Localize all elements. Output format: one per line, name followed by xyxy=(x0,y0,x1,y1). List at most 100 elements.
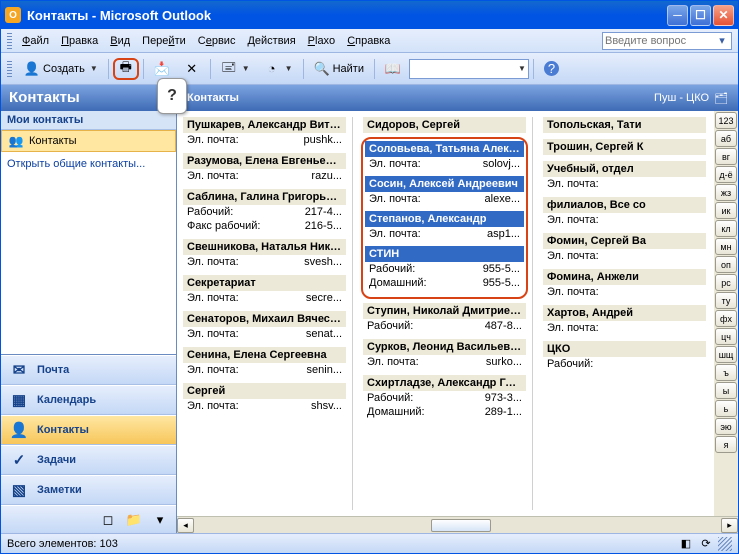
index-button[interactable]: ь xyxy=(715,400,737,417)
scroll-track[interactable] xyxy=(194,518,721,533)
index-button[interactable]: кл xyxy=(715,220,737,237)
index-button[interactable]: ту xyxy=(715,292,737,309)
search-input[interactable]: ▼ xyxy=(409,59,529,79)
menu-go[interactable]: Перейти xyxy=(136,33,192,49)
index-button[interactable]: д-ё xyxy=(715,166,737,183)
contact-card[interactable]: Степанов, АлександрЭл. почта:asp1... xyxy=(365,211,524,241)
addressbook-button[interactable]: 📖 xyxy=(379,58,407,80)
card-header[interactable]: СТИН xyxy=(365,246,524,262)
contact-card[interactable]: Соловьева, Татьяна Алекса...Эл. почта:so… xyxy=(365,141,524,171)
index-button[interactable]: вг xyxy=(715,148,737,165)
menu-plaxo[interactable]: Plaxo xyxy=(302,33,342,49)
card-header[interactable]: Сенаторов, Михаил Вячесла... xyxy=(183,311,346,327)
menu-tools[interactable]: Сервис xyxy=(192,33,242,49)
shortcuts-icon[interactable]: ◻ xyxy=(98,510,118,530)
wunderbar-item[interactable]: 👤Контакты xyxy=(1,415,176,445)
index-button[interactable]: я xyxy=(715,436,737,453)
contact-card[interactable]: Фомин, Сергей ВаЭл. почта: xyxy=(543,233,706,263)
print-button[interactable]: 🖶 xyxy=(113,58,139,80)
card-header[interactable]: Трошин, Сергей К xyxy=(543,139,706,155)
wunderbar-item[interactable]: ✓Задачи xyxy=(1,445,176,475)
menu-view[interactable]: Вид xyxy=(104,33,136,49)
contact-card[interactable]: Саблина, Галина ГригорьевнаРабочий:217-4… xyxy=(183,189,346,233)
index-button[interactable]: ъ xyxy=(715,364,737,381)
help-button[interactable]: ? xyxy=(538,58,565,80)
contact-card[interactable]: СТИНРабочий:955-5...Домашний:955-5... xyxy=(365,246,524,290)
find-button[interactable]: 🔍 Найти xyxy=(308,58,370,80)
index-button[interactable]: аб xyxy=(715,130,737,147)
card-header[interactable]: Хартов, Андрей xyxy=(543,305,706,321)
index-button[interactable]: оп xyxy=(715,256,737,273)
card-header[interactable]: филиалов, Все со xyxy=(543,197,706,213)
nav-item-contacts[interactable]: 👥 Контакты xyxy=(1,130,176,152)
scroll-left-button[interactable]: ◂ xyxy=(177,518,194,533)
move-button[interactable]: 📩 xyxy=(148,58,176,80)
contact-card[interactable]: филиалов, Все соЭл. почта: xyxy=(543,197,706,227)
card-header[interactable]: Сурков, Леонид Васильевич xyxy=(363,339,526,355)
card-header[interactable]: Сосин, Алексей Андреевич xyxy=(365,176,524,192)
menu-edit[interactable]: Правка xyxy=(55,33,104,49)
card-header[interactable]: Свешникова, Наталья Никол... xyxy=(183,239,346,255)
delete-button[interactable]: ✕ xyxy=(178,58,206,80)
index-button[interactable]: жз xyxy=(715,184,737,201)
index-button[interactable]: цч xyxy=(715,328,737,345)
card-header[interactable]: Саблина, Галина Григорьевна xyxy=(183,189,346,205)
index-button[interactable]: эю xyxy=(715,418,737,435)
contact-card[interactable]: ЦКОРабочий: xyxy=(543,341,706,371)
index-button[interactable]: рс xyxy=(715,274,737,291)
contact-card[interactable]: Сидоров, Сергей xyxy=(363,117,526,133)
dropdown-icon[interactable]: ▾ xyxy=(715,34,729,47)
card-header[interactable]: Топольская, Тати xyxy=(543,117,706,133)
index-button[interactable]: мн xyxy=(715,238,737,255)
configure-buttons-icon[interactable]: ▾ xyxy=(150,510,170,530)
index-button[interactable]: ик xyxy=(715,202,737,219)
card-header[interactable]: Схиртладзе, Александр Гео... xyxy=(363,375,526,391)
contact-card[interactable]: Разумова, Елена ЕвгеньевнаЭл. почта:razu… xyxy=(183,153,346,183)
card-header[interactable]: Ступин, Николай Дмитриевич xyxy=(363,303,526,319)
contact-card[interactable]: Топольская, Тати xyxy=(543,117,706,133)
categorize-button[interactable]: ◔▼ xyxy=(258,58,299,80)
card-header[interactable]: Секретариат xyxy=(183,275,346,291)
contact-card[interactable]: Сосин, Алексей АндреевичЭл. почта:alexe.… xyxy=(365,176,524,206)
contact-card[interactable]: Свешникова, Наталья Никол...Эл. почта:sv… xyxy=(183,239,346,269)
card-header[interactable]: Соловьева, Татьяна Алекса... xyxy=(365,141,524,157)
wunderbar-item[interactable]: ✉Почта xyxy=(1,355,176,385)
open-shared-contacts-link[interactable]: Открыть общие контакты... xyxy=(1,152,176,176)
scroll-thumb[interactable] xyxy=(431,519,491,532)
card-header[interactable]: Разумова, Елена Евгеньевна xyxy=(183,153,346,169)
folder-icon[interactable]: 📁 xyxy=(124,510,144,530)
card-header[interactable]: Сенина, Елена Сергеевна xyxy=(183,347,346,363)
contact-card[interactable]: Сенина, Елена СергеевнаЭл. почта:senin..… xyxy=(183,347,346,377)
contact-card[interactable]: Трошин, Сергей К xyxy=(543,139,706,155)
horizontal-scrollbar[interactable]: ◂ ▸ xyxy=(177,516,738,533)
wunderbar-item[interactable]: ▧Заметки xyxy=(1,475,176,505)
menu-file[interactable]: Файл xyxy=(16,33,55,49)
wunderbar-item[interactable]: ▦Календарь xyxy=(1,385,176,415)
maximize-button[interactable]: ☐ xyxy=(690,5,711,26)
card-header[interactable]: Учебный, отдел xyxy=(543,161,706,177)
contact-card[interactable]: Хартов, АндрейЭл. почта: xyxy=(543,305,706,335)
help-search[interactable]: ▾ xyxy=(602,32,732,50)
contact-card[interactable]: Ступин, Николай ДмитриевичРабочий:487-8.… xyxy=(363,303,526,333)
contact-card[interactable]: СергейЭл. почта:shsv... xyxy=(183,383,346,413)
help-search-input[interactable] xyxy=(605,35,715,47)
card-header[interactable]: Фомин, Сергей Ва xyxy=(543,233,706,249)
scroll-right-button[interactable]: ▸ xyxy=(721,518,738,533)
dropdown-icon[interactable]: ▼ xyxy=(518,64,526,73)
index-button[interactable]: 123 xyxy=(715,112,737,129)
card-header[interactable]: Сидоров, Сергей xyxy=(363,117,526,133)
index-button[interactable]: фх xyxy=(715,310,737,327)
card-header[interactable]: Пушкарев, Александр Вита... xyxy=(183,117,346,133)
index-button[interactable]: ы xyxy=(715,382,737,399)
menu-actions[interactable]: Действия xyxy=(241,33,301,49)
card-header[interactable]: Степанов, Александр xyxy=(365,211,524,227)
contact-card[interactable]: Схиртладзе, Александр Гео...Рабочий:973-… xyxy=(363,375,526,419)
close-button[interactable]: ✕ xyxy=(713,5,734,26)
contact-card[interactable]: Пушкарев, Александр Вита...Эл. почта:pus… xyxy=(183,117,346,147)
index-button[interactable]: шщ xyxy=(715,346,737,363)
contact-card[interactable]: Фомина, АнжелиЭл. почта: xyxy=(543,269,706,299)
card-header[interactable]: Сергей xyxy=(183,383,346,399)
contact-card[interactable]: Учебный, отделЭл. почта: xyxy=(543,161,706,191)
minimize-button[interactable]: ─ xyxy=(667,5,688,26)
contact-card[interactable]: Сенаторов, Михаил Вячесла...Эл. почта:se… xyxy=(183,311,346,341)
